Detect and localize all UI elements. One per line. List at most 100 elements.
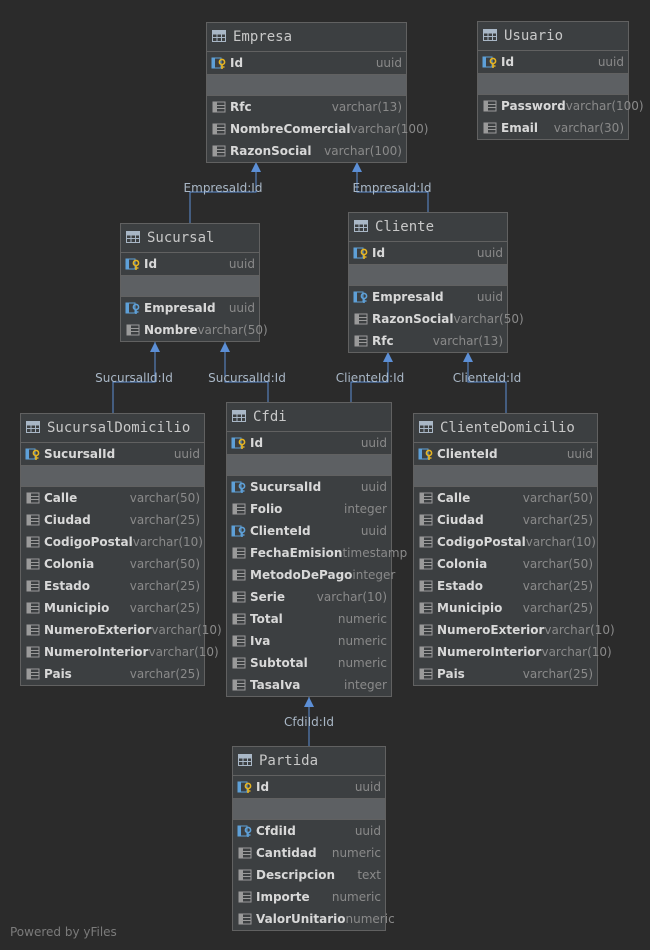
column-type: numeric [337,656,387,670]
column-row-cliente-id[interactable]: ClienteId uuid [227,520,391,542]
entity-header[interactable]: SucursalDomicilio [21,414,204,443]
column-row-codigo-postal[interactable]: CodigoPostal varchar(10) [21,531,204,553]
column-row-subtotal[interactable]: Subtotal numeric [227,652,391,674]
column-row-nombre-comercial[interactable]: NombreComercial varchar(100) [207,118,428,140]
column-icon [418,535,434,549]
column-row-pais[interactable]: Pais varchar(25) [414,663,597,685]
column-row-numero-interior[interactable]: NumeroInterior varchar(10) [414,641,612,663]
entity-header[interactable]: Sucursal [121,224,259,253]
column-row-sucursal-id[interactable]: SucursalId uuid [21,443,204,465]
column-name: Municipio [44,601,110,615]
column-row-colonia[interactable]: Colonia varchar(50) [21,553,204,575]
column-row-serie[interactable]: Serie varchar(10) [227,586,391,608]
column-name: Colonia [437,557,488,571]
column-icon [231,568,247,582]
column-row-empresa-id[interactable]: EmpresaId uuid [121,297,259,319]
column-type: varchar(10) [541,645,612,659]
column-row-cantidad[interactable]: Cantidad numeric [233,842,385,864]
entity-header[interactable]: Cliente [349,213,507,242]
column-type: integer [344,502,387,516]
entity-header[interactable]: Empresa [207,23,406,52]
column-row-nombre[interactable]: Nombre varchar(50) [121,319,268,341]
column-row-rfc[interactable]: Rfc varchar(13) [349,330,507,352]
column-row-empresa-id[interactable]: EmpresaId uuid [349,286,507,308]
primary-key-section: Id uuid [207,52,406,75]
column-type: varchar(10) [151,623,222,637]
column-type: uuid [354,780,381,794]
column-row-metodo-de-pago[interactable]: MetodoDePago integer [227,564,395,586]
column-name: Email [501,121,539,135]
entity-header[interactable]: ClienteDomicilio [414,414,597,443]
column-icon [353,334,369,348]
entity-header[interactable]: Cfdi [227,403,391,432]
column-name: MetodoDePago [250,568,353,582]
column-row-calle[interactable]: Calle varchar(50) [414,487,597,509]
fields-section: Calle varchar(50) Ciudad varchar(25) CodigoP… [414,487,615,685]
column-icon [482,99,498,113]
column-row-estado[interactable]: Estado varchar(25) [21,575,204,597]
column-row-id[interactable]: Id uuid [349,242,507,264]
column-row-estado[interactable]: Estado varchar(25) [414,575,597,597]
column-name: ClienteId [437,447,498,461]
column-row-municipio[interactable]: Municipio varchar(25) [414,597,597,619]
entity-cliente-domicilio[interactable]: ClienteDomicilio ClienteId uuid Calle varcha… [413,413,615,686]
column-row-numero-exterior[interactable]: NumeroExterior varchar(10) [21,619,222,641]
column-row-tasa-iva[interactable]: TasaIva integer [227,674,391,696]
column-row-rfc[interactable]: Rfc varchar(13) [207,96,406,118]
column-row-id[interactable]: Id uuid [207,52,406,74]
column-row-pais[interactable]: Pais varchar(25) [21,663,204,685]
relation-label: EmpresaId:Id [183,181,263,195]
column-row-folio[interactable]: Folio integer [227,498,391,520]
entity-cliente[interactable]: Cliente Id uuid EmpresaId uuid RazonSocial var… [348,212,524,353]
entity-usuario[interactable]: Usuario Id uuid Password varchar(100) Email va… [477,21,644,140]
column-row-importe[interactable]: Importe numeric [233,886,385,908]
column-row-id[interactable]: Id uuid [121,253,259,275]
entity-header[interactable]: Partida [233,747,385,776]
column-name: NumeroExterior [44,623,152,637]
column-row-id[interactable]: Id uuid [227,432,391,454]
entity-empresa[interactable]: Empresa Id uuid Rfc varchar(13) NombreComerci… [206,22,428,163]
fields-section: SucursalId uuid Folio integer ClienteId uuid F… [227,476,407,696]
foreign-key-icon [231,524,247,538]
column-icon [25,579,41,593]
column-name: Municipio [437,601,503,615]
column-row-sucursal-id[interactable]: SucursalId uuid [227,476,391,498]
column-row-colonia[interactable]: Colonia varchar(50) [414,553,597,575]
column-row-iva[interactable]: Iva numeric [227,630,391,652]
column-row-cliente-id[interactable]: ClienteId uuid [414,443,597,465]
entity-title: Usuario [504,28,564,44]
column-row-fecha-emision[interactable]: FechaEmision timestamp [227,542,407,564]
column-row-municipio[interactable]: Municipio varchar(25) [21,597,204,619]
column-row-total[interactable]: Total numeric [227,608,391,630]
primary-key-section: Id uuid [121,253,259,276]
column-name: Id [230,56,244,70]
column-row-id[interactable]: Id uuid [233,776,385,798]
column-row-numero-interior[interactable]: NumeroInterior varchar(10) [21,641,219,663]
column-type: integer [352,568,396,582]
column-row-valor-unitario[interactable]: ValorUnitario numeric [233,908,395,930]
column-type: varchar(25) [129,579,200,593]
column-row-razon-social[interactable]: RazonSocial varchar(50) [349,308,524,330]
column-row-ciudad[interactable]: Ciudad varchar(25) [414,509,597,531]
entity-header[interactable]: Usuario [478,22,628,51]
column-row-id[interactable]: Id uuid [478,51,628,73]
column-row-cfdi-id[interactable]: CfdiId uuid [233,820,385,842]
column-type: varchar(50) [522,491,593,505]
column-row-numero-exterior[interactable]: NumeroExterior varchar(10) [414,619,615,641]
column-name: SucursalId [44,447,116,461]
column-row-razon-social[interactable]: RazonSocial varchar(100) [207,140,406,162]
entity-sucursal-domicilio[interactable]: SucursalDomicilio SucursalId uuid Calle varc… [20,413,222,686]
entity-partida[interactable]: Partida Id uuid CfdiId uuid Cantidad numeric De… [232,746,395,931]
table-icon [237,752,253,771]
entity-cfdi[interactable]: Cfdi Id uuid SucursalId uuid Folio integer Clie… [226,402,407,697]
column-row-descripcion[interactable]: Descripcion text [233,864,385,886]
column-row-email[interactable]: Email varchar(30) [478,117,628,139]
column-name: CodigoPostal [437,535,526,549]
column-row-codigo-postal[interactable]: CodigoPostal varchar(10) [414,531,597,553]
column-row-password[interactable]: Password varchar(100) [478,95,644,117]
key-column-icon [211,56,227,70]
column-row-calle[interactable]: Calle varchar(50) [21,487,204,509]
entity-sucursal[interactable]: Sucursal Id uuid EmpresaId uuid Nombre varchar… [120,223,268,342]
entity-title: ClienteDomicilio [440,420,575,436]
column-row-ciudad[interactable]: Ciudad varchar(25) [21,509,204,531]
